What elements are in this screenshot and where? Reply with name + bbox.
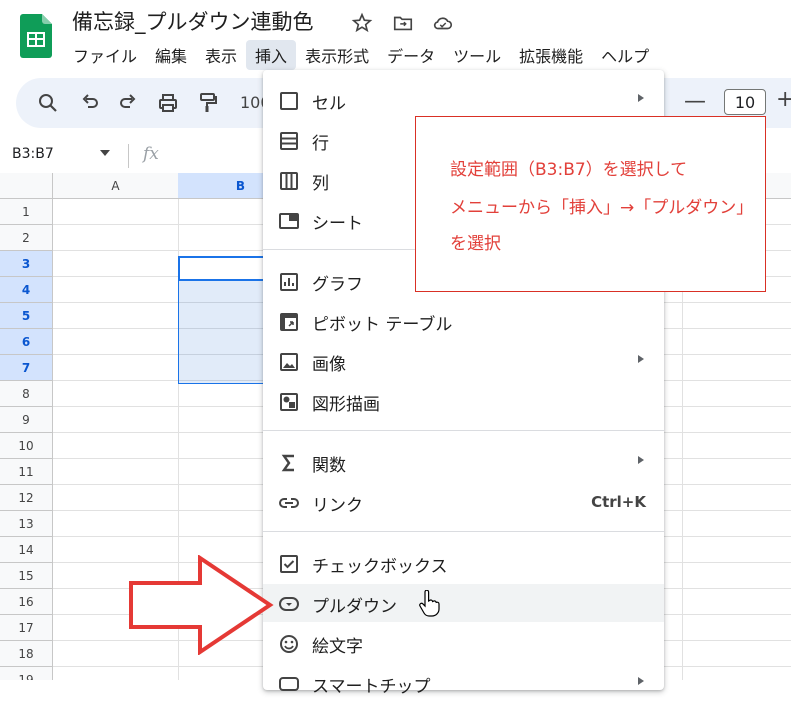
checkbox-outline-icon <box>280 92 298 110</box>
image-icon <box>280 353 298 371</box>
row-header[interactable]: 15 <box>0 563 53 589</box>
row-header[interactable]: 11 <box>0 459 53 485</box>
move-folder-icon[interactable] <box>392 12 414 34</box>
row-header[interactable]: 18 <box>0 641 53 667</box>
row-header[interactable]: 5 <box>0 303 53 329</box>
menu-item-dropdown[interactable]: プルダウン <box>263 584 664 622</box>
row-header[interactable]: 7 <box>0 355 53 381</box>
menu-item-emoji[interactable]: 絵文字 <box>263 625 664 661</box>
pointer-arrow-icon <box>129 555 274 655</box>
dropdown-chip-icon <box>279 597 299 611</box>
drawing-icon <box>280 393 298 411</box>
row-header[interactable]: 14 <box>0 537 53 563</box>
cloud-saved-icon[interactable] <box>432 12 454 34</box>
print-icon[interactable] <box>156 91 180 115</box>
menu-separator <box>263 531 664 532</box>
undo-icon[interactable] <box>78 91 102 115</box>
checkbox-checked-icon <box>280 555 298 573</box>
sheet-icon <box>279 213 299 229</box>
row-header[interactable]: 6 <box>0 329 53 355</box>
menu-extensions[interactable]: 拡張機能 <box>510 40 592 70</box>
row-header[interactable]: 8 <box>0 381 53 407</box>
row-header[interactable]: 12 <box>0 485 53 511</box>
font-size-increase-button[interactable]: + <box>776 87 791 112</box>
select-all-corner[interactable] <box>0 173 53 199</box>
annotation-line-2: メニューから「挿入」→「プルダウン」 <box>450 198 754 218</box>
menu-item-label: 画像 <box>312 355 346 375</box>
smart-chip-icon <box>279 677 299 691</box>
sigma-icon <box>281 454 294 472</box>
columns-icon <box>280 172 298 190</box>
submenu-arrow-icon <box>638 94 644 102</box>
menu-insert[interactable]: 挿入 <box>246 40 297 70</box>
star-icon[interactable] <box>351 12 373 34</box>
submenu-arrow-icon <box>638 677 644 685</box>
chevron-down-icon[interactable] <box>100 150 110 156</box>
name-box[interactable]: B3:B7 <box>12 146 54 162</box>
menu-edit[interactable]: 編集 <box>146 40 196 70</box>
menu-item-label: ピボット テーブル <box>312 315 453 335</box>
menu-separator <box>263 430 664 431</box>
menu-item-label: プルダウン <box>312 597 397 617</box>
menu-data[interactable]: データ <box>378 40 444 70</box>
submenu-arrow-icon <box>638 355 644 363</box>
menu-item-link[interactable]: リンク Ctrl+K <box>263 484 664 520</box>
menu-item-label: 関数 <box>312 456 346 476</box>
shortcut-label: Ctrl+K <box>591 493 646 511</box>
row-header[interactable]: 3 <box>0 251 53 277</box>
search-icon[interactable] <box>36 91 60 115</box>
row-header[interactable]: 2 <box>0 225 53 251</box>
row-header[interactable]: 10 <box>0 433 53 459</box>
annotation-line-3: を選択 <box>450 234 501 254</box>
row-header[interactable]: 16 <box>0 589 53 615</box>
menu-item-label: 行 <box>312 134 329 154</box>
row-header[interactable]: 19 <box>0 667 53 680</box>
menu-item-image[interactable]: 画像 <box>263 343 664 379</box>
link-icon <box>279 498 299 508</box>
menu-item-drawing[interactable]: 図形描画 <box>263 383 664 419</box>
menu-item-pivot-table[interactable]: ピボット テーブル <box>263 303 664 339</box>
chart-icon <box>280 273 298 291</box>
menu-bar: ファイル 編集 表示 挿入 表示形式 データ ツール 拡張機能 ヘルプ <box>64 40 658 70</box>
menu-item-label: リンク <box>312 496 363 516</box>
menu-format[interactable]: 表示形式 <box>296 40 378 70</box>
paint-format-icon[interactable] <box>196 91 220 115</box>
menu-item-cells[interactable]: セル <box>263 82 664 118</box>
menu-item-label: セル <box>312 94 346 114</box>
menu-tools[interactable]: ツール <box>444 40 510 70</box>
annotation-line-1: 設定範囲（B3:B7）を選択して <box>450 160 688 180</box>
fx-icon: fx <box>143 144 159 164</box>
font-size-input[interactable]: 10 <box>724 89 766 115</box>
font-size-decrease-button[interactable]: — <box>684 89 706 114</box>
row-header[interactable]: 9 <box>0 407 53 433</box>
menu-item-function[interactable]: 関数 <box>263 444 664 480</box>
hand-cursor-icon <box>419 590 440 617</box>
menu-help[interactable]: ヘルプ <box>592 40 658 70</box>
menu-item-label: グラフ <box>312 275 363 295</box>
submenu-arrow-icon <box>638 456 644 464</box>
redo-icon[interactable] <box>116 91 140 115</box>
menu-view[interactable]: 表示 <box>196 40 246 70</box>
emoji-icon <box>280 635 298 653</box>
menu-item-label: シート <box>312 214 363 234</box>
row-header[interactable]: 17 <box>0 615 53 641</box>
column-header-a[interactable]: A <box>53 173 179 199</box>
menu-item-label: 図形描画 <box>312 395 380 415</box>
annotation-callout: 設定範囲（B3:B7）を選択して メニューから「挿入」→「プルダウン」 を選択 <box>415 116 766 292</box>
row-header[interactable]: 1 <box>0 199 53 225</box>
rows-icon <box>280 132 298 150</box>
row-header[interactable]: 13 <box>0 511 53 537</box>
pivot-table-icon <box>280 313 298 331</box>
menu-item-label: 絵文字 <box>312 637 363 657</box>
menu-item-label: チェックボックス <box>312 557 448 577</box>
divider <box>128 144 129 168</box>
menu-item-smart-chip[interactable]: スマートチップ <box>263 665 664 701</box>
menu-item-label: スマートチップ <box>312 677 431 697</box>
row-header[interactable]: 4 <box>0 277 53 303</box>
menu-file[interactable]: ファイル <box>64 40 146 70</box>
document-title[interactable]: 備忘録_プルダウン連動色 <box>72 6 314 36</box>
sheets-logo-icon[interactable] <box>20 14 52 58</box>
menu-item-label: 列 <box>312 174 329 194</box>
menu-item-checkbox[interactable]: チェックボックス <box>263 545 664 581</box>
